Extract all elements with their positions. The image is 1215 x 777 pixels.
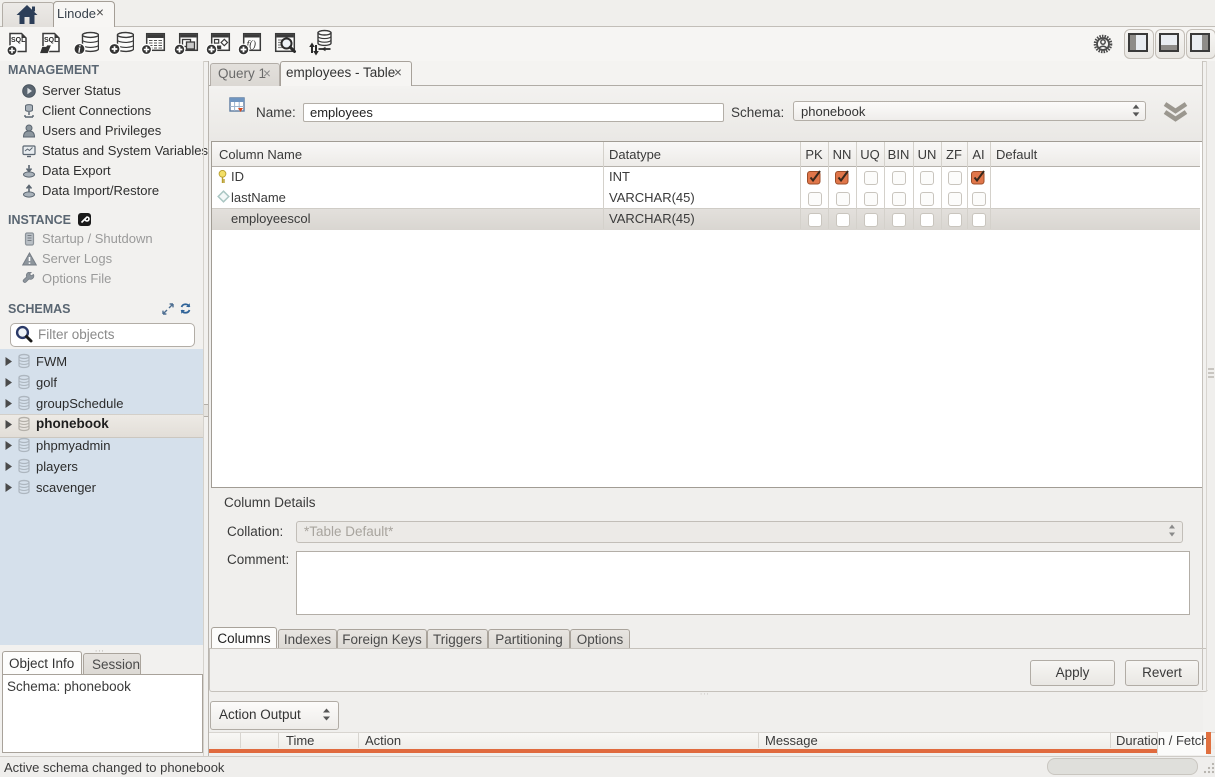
svg-text:SQL: SQL [11,37,26,44]
svg-text:SQL: SQL [44,37,59,44]
svg-text:i: i [78,45,81,56]
